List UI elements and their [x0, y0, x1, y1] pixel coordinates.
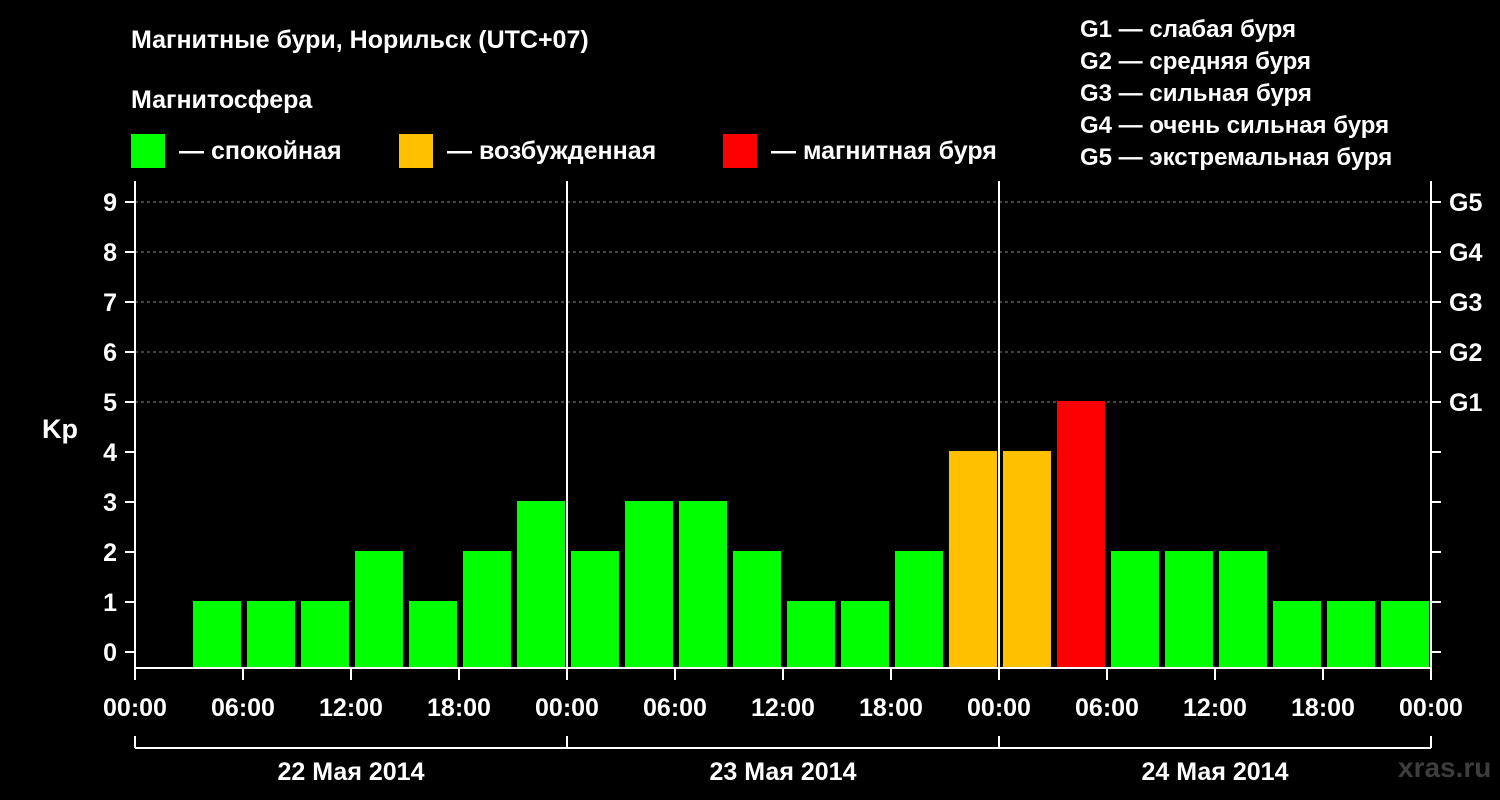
kp-bar: [355, 551, 403, 668]
x-tick-label: 06:00: [643, 694, 707, 722]
kp-bar: [949, 451, 997, 668]
y-tick-label: 2: [103, 539, 117, 567]
y-tick-label: 3: [103, 489, 117, 517]
kp-bar-chart: 0 1 2 3 4 5 6 7 8 9 G1 G2 G3 G4 G5 Kp 00:00 06:00 12:00 18:…: [42, 181, 1482, 786]
storm-level-axis-label: G2: [1449, 339, 1482, 367]
y-tick-label: 1: [103, 589, 117, 617]
kp-bar: [679, 501, 727, 668]
storm-level-axis-label: G1: [1449, 389, 1482, 417]
y-axis-title: Kp: [42, 414, 78, 444]
kp-bar: [301, 601, 349, 668]
kp-bar: [463, 551, 511, 668]
x-tick-label: 18:00: [1291, 694, 1355, 722]
x-tick-label: 18:00: [859, 694, 923, 722]
y-tick-label: 9: [103, 189, 117, 217]
x-tick-label: 12:00: [751, 694, 815, 722]
y-tick-label: 7: [103, 289, 117, 317]
day-label: 23 Мая 2014: [710, 758, 857, 786]
day-label: 22 Мая 2014: [278, 758, 425, 786]
kp-bar: [841, 601, 889, 668]
storm-level-axis-label: G5: [1449, 189, 1482, 217]
kp-bar: [1003, 451, 1051, 668]
storm-level-axis-label: G3: [1449, 289, 1482, 317]
kp-bar: [1219, 551, 1267, 668]
kp-bar: [733, 551, 781, 668]
kp-bar: [1381, 601, 1429, 668]
x-tick-label: 00:00: [967, 694, 1031, 722]
kp-bar: [1111, 551, 1159, 668]
kp-bar: [895, 551, 943, 668]
x-tick-label: 12:00: [319, 694, 383, 722]
kp-bar: [193, 601, 241, 668]
x-tick-label: 00:00: [535, 694, 599, 722]
kp-bar: [787, 601, 835, 668]
kp-bar: [1327, 601, 1375, 668]
watermark: xras.ru: [1398, 752, 1492, 783]
x-tick-label: 00:00: [1399, 694, 1463, 722]
kp-bar: [625, 501, 673, 668]
x-tick-label: 00:00: [103, 694, 167, 722]
y-tick-label: 8: [103, 239, 117, 267]
kp-bar: [1273, 601, 1321, 668]
y-tick-label: 6: [103, 339, 117, 367]
kp-bar: [247, 601, 295, 668]
kp-bar: [517, 501, 565, 668]
x-tick-label: 12:00: [1183, 694, 1247, 722]
day-label: 24 Мая 2014: [1142, 758, 1289, 786]
y-tick-label: 0: [103, 639, 117, 667]
x-tick-label: 06:00: [1075, 694, 1139, 722]
kp-bar: [409, 601, 457, 668]
storm-level-axis-label: G4: [1449, 239, 1482, 267]
x-tick-label: 06:00: [211, 694, 275, 722]
kp-bar: [1057, 401, 1105, 668]
y-tick-label: 4: [103, 439, 117, 467]
kp-bar: [1165, 551, 1213, 668]
kp-bar: [571, 551, 619, 668]
y-tick-label: 5: [103, 389, 117, 417]
x-tick-label: 18:00: [427, 694, 491, 722]
